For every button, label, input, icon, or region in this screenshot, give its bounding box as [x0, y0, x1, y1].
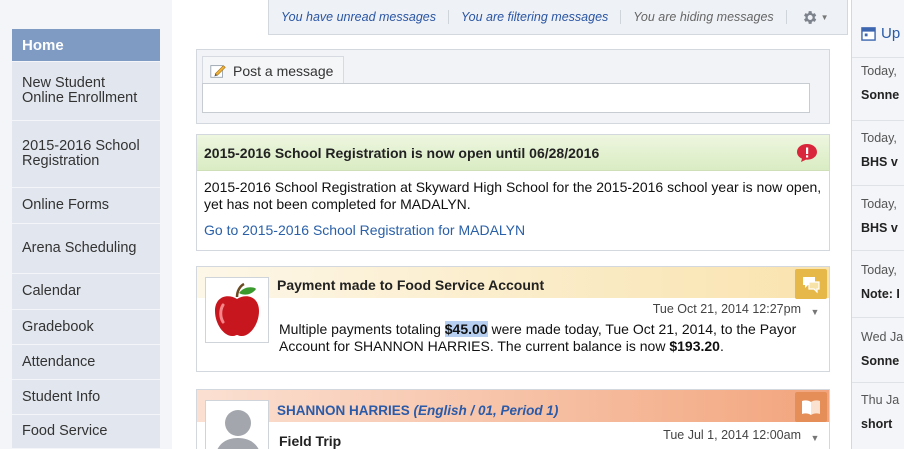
sidebar-item-label: Student Info	[22, 388, 101, 405]
registration-notice-card: 2015-2016 School Registration is now ope…	[196, 134, 830, 251]
post-message-panel: Post a message	[196, 49, 830, 124]
upcoming-event-item[interactable]: Today, BHS v	[861, 197, 898, 235]
sidebar-item-home[interactable]: Home	[12, 29, 160, 62]
registration-notice-header: 2015-2016 School Registration is now ope…	[197, 135, 829, 171]
sidebar-item-online-forms[interactable]: Online Forms	[12, 188, 160, 224]
post-message-tab[interactable]: Post a message	[202, 56, 345, 84]
course-label: (English / 01, Period 1)	[413, 403, 559, 418]
upcoming-event-item[interactable]: Thu Ja short	[861, 393, 899, 431]
upcoming-event-item[interactable]: Wed Ja Sonne	[861, 330, 903, 368]
unread-messages-link[interactable]: You have unread messages	[269, 10, 449, 24]
sidebar-item-calendar[interactable]: Calendar	[12, 274, 160, 310]
payment-amount: $45.00	[444, 321, 488, 337]
upcoming-events-panel: Up Today, Sonne Today, BHS v Today, BHS v T…	[851, 0, 904, 449]
payment-options-dropdown[interactable]: ▼	[807, 304, 823, 320]
sidebar-item-label: Online Forms	[22, 197, 110, 213]
teacher-message-subject: Field Trip	[279, 433, 342, 449]
pencil-icon	[210, 64, 226, 78]
gear-icon	[803, 10, 816, 24]
teacher-message-card: SHANNON HARRIES (English / 01, Period 1)…	[196, 389, 830, 449]
sidebar-item-label: New Student Online Enrollment	[22, 75, 138, 106]
teacher-message-timestamp: Tue Jul 1, 2014 12:00am	[663, 428, 801, 442]
avatar	[205, 400, 269, 449]
sidebar-item-label: 2015-2016 School Registration	[22, 138, 140, 169]
sidebar-item-attendance[interactable]: Attendance	[12, 345, 160, 380]
alert-icon	[797, 144, 817, 162]
book-icon	[795, 392, 827, 422]
payment-message-card: Payment made to Food Service Account Tue…	[196, 266, 830, 372]
divider	[852, 57, 904, 58]
divider	[852, 317, 904, 318]
registration-link[interactable]: Go to 2015-2016 School Registration for …	[204, 222, 822, 239]
upcoming-event-item[interactable]: Today, BHS v	[861, 131, 898, 169]
sidebar-item-label: Arena Scheduling	[22, 240, 137, 256]
upcoming-event-item[interactable]: Today, Note: I	[861, 263, 900, 301]
post-message-input[interactable]	[202, 83, 810, 113]
sidebar-item-arena-scheduling[interactable]: Arena Scheduling	[12, 224, 160, 274]
settings-menu-button[interactable]: ▼	[787, 9, 829, 26]
divider	[852, 120, 904, 121]
payment-timestamp: Tue Oct 21, 2014 12:27pm	[652, 302, 801, 316]
divider	[852, 382, 904, 383]
sidebar: Home New Student Online Enrollment 2015-…	[0, 0, 172, 449]
sidebar-nav: Home New Student Online Enrollment 2015-…	[12, 29, 160, 449]
teacher-name-link[interactable]: SHANNON HARRIES (English / 01, Period 1)	[277, 403, 558, 418]
calendar-icon	[861, 27, 876, 41]
chevron-down-icon: ▼	[820, 12, 829, 22]
current-balance: $193.20	[669, 338, 720, 354]
registration-notice-title: 2015-2016 School Registration is now ope…	[204, 144, 600, 161]
sidebar-item-school-registration[interactable]: 2015-2016 School Registration	[12, 121, 160, 188]
chevron-down-icon: ▼	[810, 433, 820, 443]
chevron-down-icon: ▼	[810, 307, 820, 317]
sidebar-item-gradebook[interactable]: Gradebook	[12, 310, 160, 345]
upcoming-event-item[interactable]: Today, Sonne	[861, 64, 899, 102]
upcoming-events-title: Up	[881, 25, 901, 42]
payment-message-title: Payment made to Food Service Account	[277, 277, 545, 293]
post-message-label: Post a message	[233, 62, 334, 79]
registration-notice-body: 2015-2016 School Registration at Skyward…	[204, 179, 822, 212]
upcoming-events-header[interactable]: Up	[861, 25, 900, 42]
teacher-message-options-dropdown[interactable]: ▼	[807, 430, 823, 446]
apple-icon	[205, 277, 269, 343]
sidebar-item-label: Food Service	[22, 423, 108, 439]
message-filter-toolbar: You have unread messages You are filteri…	[268, 0, 848, 35]
sidebar-item-label: Gradebook	[22, 318, 94, 335]
divider	[852, 250, 904, 251]
chat-bubble-icon	[795, 269, 827, 299]
sidebar-item-label: Calendar	[22, 283, 81, 299]
payment-message-body: Multiple payments totaling $45.00 were m…	[279, 321, 797, 354]
divider	[852, 185, 904, 186]
sidebar-item-food-service[interactable]: Food Service	[12, 415, 160, 449]
sidebar-item-label: Attendance	[22, 353, 96, 370]
hiding-messages-link[interactable]: You are hiding messages	[621, 10, 787, 24]
sidebar-item-label: Home	[22, 36, 64, 54]
filtering-messages-link[interactable]: You are filtering messages	[449, 10, 622, 24]
sidebar-item-new-student-online-enrollment[interactable]: New Student Online Enrollment	[12, 62, 160, 121]
sidebar-item-student-info[interactable]: Student Info	[12, 380, 160, 415]
